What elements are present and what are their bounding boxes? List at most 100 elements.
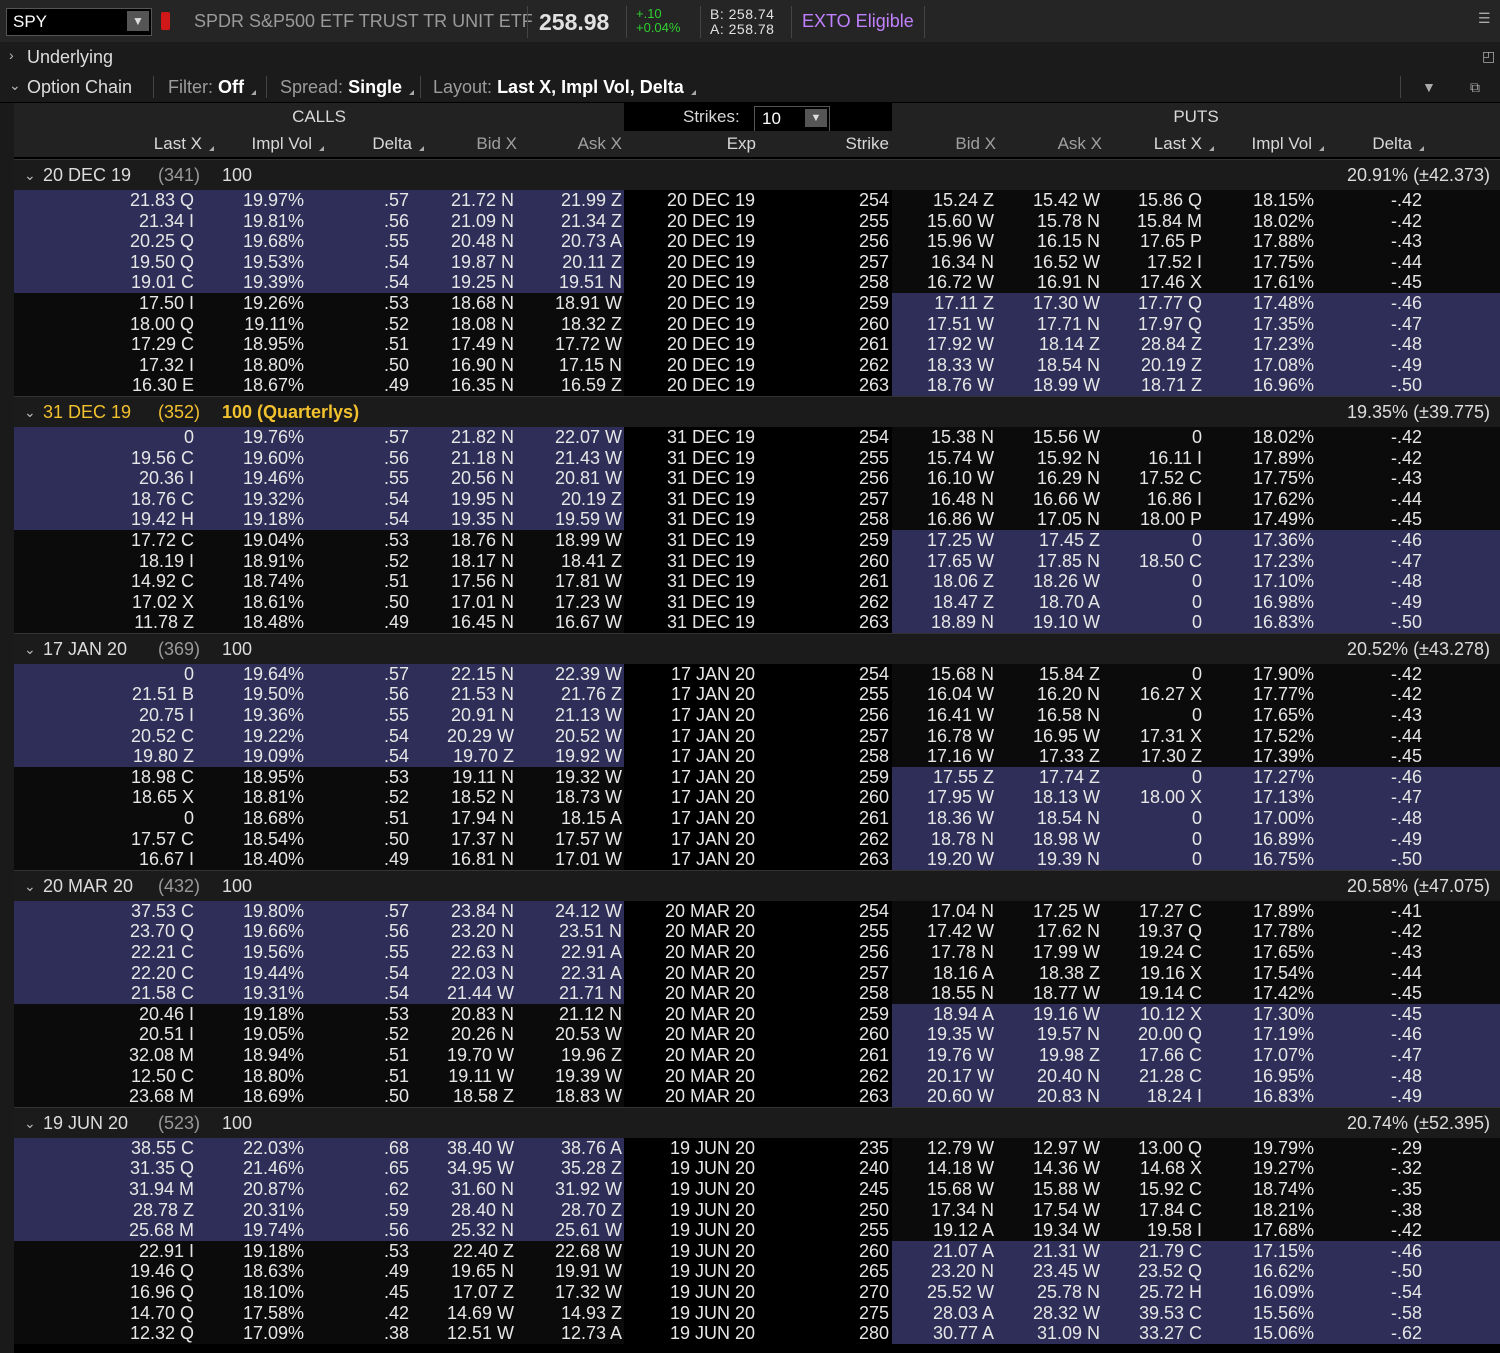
option-row[interactable]: 23.70 Q 19.66% .56 23.20 N 23.51 N 20 MAR 20 2…	[14, 921, 1500, 942]
put-impl-vol[interactable]: 16.96%	[1202, 375, 1314, 396]
call-delta[interactable]: .54	[304, 252, 409, 273]
put-last[interactable]: 39.53 C	[1100, 1303, 1202, 1324]
call-impl-vol[interactable]: 18.94%	[194, 1045, 304, 1066]
chevron-down-icon[interactable]: ⌄	[24, 167, 36, 184]
call-bid[interactable]: 17.49 N	[409, 334, 514, 355]
put-ask[interactable]: 21.31 W	[994, 1241, 1100, 1262]
option-row[interactable]: 17.32 I 18.80% .50 16.90 N 17.15 N 20 DEC 19 2…	[14, 354, 1500, 376]
put-last[interactable]: 21.28 C	[1100, 1066, 1202, 1087]
put-ask[interactable]: 15.84 Z	[994, 664, 1100, 685]
call-impl-vol[interactable]: 18.61%	[194, 592, 304, 613]
call-ask[interactable]: 21.12 N	[514, 1004, 622, 1025]
call-last[interactable]: 37.53 C	[74, 901, 194, 922]
put-impl-vol[interactable]: 17.23%	[1202, 551, 1314, 572]
option-row[interactable]: 19.56 C 19.60% .56 21.18 N 21.43 W 31 DEC 19 2…	[14, 447, 1500, 469]
call-ask[interactable]: 25.61 W	[514, 1220, 622, 1241]
put-impl-vol[interactable]: 17.54%	[1202, 963, 1314, 984]
call-bid[interactable]: 19.70 Z	[409, 746, 514, 767]
call-impl-vol[interactable]: 18.95%	[194, 767, 304, 788]
call-impl-vol[interactable]: 19.11%	[194, 314, 304, 335]
call-last[interactable]: 18.00 Q	[74, 314, 194, 335]
col-call-last[interactable]: Last X	[74, 134, 214, 154]
call-last[interactable]: 17.50 I	[74, 293, 194, 314]
call-ask[interactable]: 23.51 N	[514, 921, 622, 942]
call-ask[interactable]: 17.72 W	[514, 334, 622, 355]
call-delta[interactable]: .49	[304, 849, 409, 870]
option-row[interactable]: 19.80 Z 19.09% .54 19.70 Z 19.92 W 17 JAN 20 2…	[14, 746, 1500, 767]
put-delta[interactable]: -.44	[1314, 252, 1422, 273]
call-impl-vol[interactable]: 19.18%	[194, 1004, 304, 1025]
call-bid[interactable]: 21.53 N	[409, 684, 514, 705]
put-delta[interactable]: -.47	[1314, 551, 1422, 572]
put-bid[interactable]: 20.60 W	[894, 1086, 994, 1107]
put-delta[interactable]: -.43	[1314, 231, 1422, 252]
put-ask[interactable]: 18.54 N	[994, 355, 1100, 376]
call-ask[interactable]: 38.76 A	[514, 1138, 622, 1159]
put-delta[interactable]: -.41	[1314, 901, 1422, 922]
put-bid[interactable]: 23.20 N	[894, 1261, 994, 1282]
symbol-selector[interactable]: SPY ▼	[6, 8, 152, 36]
call-delta[interactable]: .53	[304, 1241, 409, 1262]
put-bid[interactable]: 19.76 W	[894, 1045, 994, 1066]
call-delta[interactable]: .50	[304, 355, 409, 376]
col-put-ask[interactable]: Ask X	[1004, 134, 1102, 154]
put-delta[interactable]: -.49	[1314, 829, 1422, 850]
call-bid[interactable]: 25.32 N	[409, 1220, 514, 1241]
put-delta[interactable]: -.47	[1314, 787, 1422, 808]
option-row[interactable]: 20.46 I 19.18% .53 20.83 N 21.12 N 20 MAR 20 2…	[14, 1003, 1500, 1025]
expiration-group-header[interactable]: ⌄ 31 DEC 19 (352) 100 (Quarterlys) 19.35% (±…	[14, 395, 1500, 427]
call-ask[interactable]: 17.32 W	[514, 1282, 622, 1303]
option-row[interactable]: 14.92 C 18.74% .51 17.56 N 17.81 W 31 DEC 19 2…	[14, 571, 1500, 592]
call-delta[interactable]: .55	[304, 468, 409, 489]
put-ask[interactable]: 14.36 W	[994, 1158, 1100, 1179]
col-put-last[interactable]: Last X	[1114, 134, 1214, 154]
call-delta[interactable]: .38	[304, 1323, 409, 1344]
put-delta[interactable]: -.45	[1314, 509, 1422, 530]
call-delta[interactable]: .51	[304, 808, 409, 829]
call-impl-vol[interactable]: 19.09%	[194, 746, 304, 767]
call-delta[interactable]: .52	[304, 1024, 409, 1045]
option-row[interactable]: 18.19 I 18.91% .52 18.17 N 18.41 Z 31 DEC 19 2…	[14, 550, 1500, 572]
call-bid[interactable]: 18.58 Z	[409, 1086, 514, 1107]
filter-dropdown[interactable]: Filter: Off	[168, 77, 257, 98]
call-bid[interactable]: 22.40 Z	[409, 1241, 514, 1262]
call-delta[interactable]: .53	[304, 1004, 409, 1025]
put-ask[interactable]: 12.97 W	[994, 1138, 1100, 1159]
call-impl-vol[interactable]: 18.80%	[194, 355, 304, 376]
put-bid[interactable]: 19.35 W	[894, 1024, 994, 1045]
layout-dropdown[interactable]: Layout: Last X, Impl Vol, Delta	[433, 77, 696, 98]
option-chain-label[interactable]: Option Chain	[27, 77, 132, 98]
put-ask[interactable]: 16.29 N	[994, 468, 1100, 489]
put-last[interactable]: 0	[1100, 612, 1202, 633]
put-last[interactable]: 16.11 I	[1100, 448, 1202, 469]
option-row[interactable]: 18.98 C 18.95% .53 19.11 N 19.32 W 17 JAN 20 2…	[14, 766, 1500, 788]
put-impl-vol[interactable]: 17.65%	[1202, 942, 1314, 963]
call-ask[interactable]: 22.31 A	[514, 963, 622, 984]
call-delta[interactable]: .57	[304, 190, 409, 211]
put-delta[interactable]: -.45	[1314, 1004, 1422, 1025]
call-ask[interactable]: 17.01 W	[514, 849, 622, 870]
option-row[interactable]: 0 18.68% .51 17.94 N 18.15 A 17 JAN 20 261 18.3…	[14, 808, 1500, 829]
call-bid[interactable]: 19.25 N	[409, 272, 514, 293]
call-impl-vol[interactable]: 18.54%	[194, 829, 304, 850]
put-ask[interactable]: 18.70 A	[994, 592, 1100, 613]
call-last[interactable]: 20.52 C	[74, 726, 194, 747]
put-last[interactable]: 20.19 Z	[1100, 355, 1202, 376]
call-ask[interactable]: 22.68 W	[514, 1241, 622, 1262]
call-ask[interactable]: 19.96 Z	[514, 1045, 622, 1066]
put-ask[interactable]: 16.52 W	[994, 252, 1100, 273]
put-delta[interactable]: -.35	[1314, 1179, 1422, 1200]
call-delta[interactable]: .59	[304, 1200, 409, 1221]
put-impl-vol[interactable]: 17.08%	[1202, 355, 1314, 376]
put-last[interactable]: 28.84 Z	[1100, 334, 1202, 355]
option-row[interactable]: 18.76 C 19.32% .54 19.95 N 20.19 Z 31 DEC 19 2…	[14, 488, 1500, 510]
option-row[interactable]: 25.68 M 19.74% .56 25.32 N 25.61 W 19 JUN 20 2…	[14, 1220, 1500, 1241]
call-last[interactable]: 19.01 C	[74, 272, 194, 293]
put-delta[interactable]: -.46	[1314, 530, 1422, 551]
call-ask[interactable]: 20.81 W	[514, 468, 622, 489]
put-delta[interactable]: -.44	[1314, 963, 1422, 984]
call-impl-vol[interactable]: 19.18%	[194, 1241, 304, 1262]
menu-icon[interactable]: ☰	[1478, 10, 1491, 27]
call-delta[interactable]: .50	[304, 592, 409, 613]
call-impl-vol[interactable]: 19.39%	[194, 272, 304, 293]
